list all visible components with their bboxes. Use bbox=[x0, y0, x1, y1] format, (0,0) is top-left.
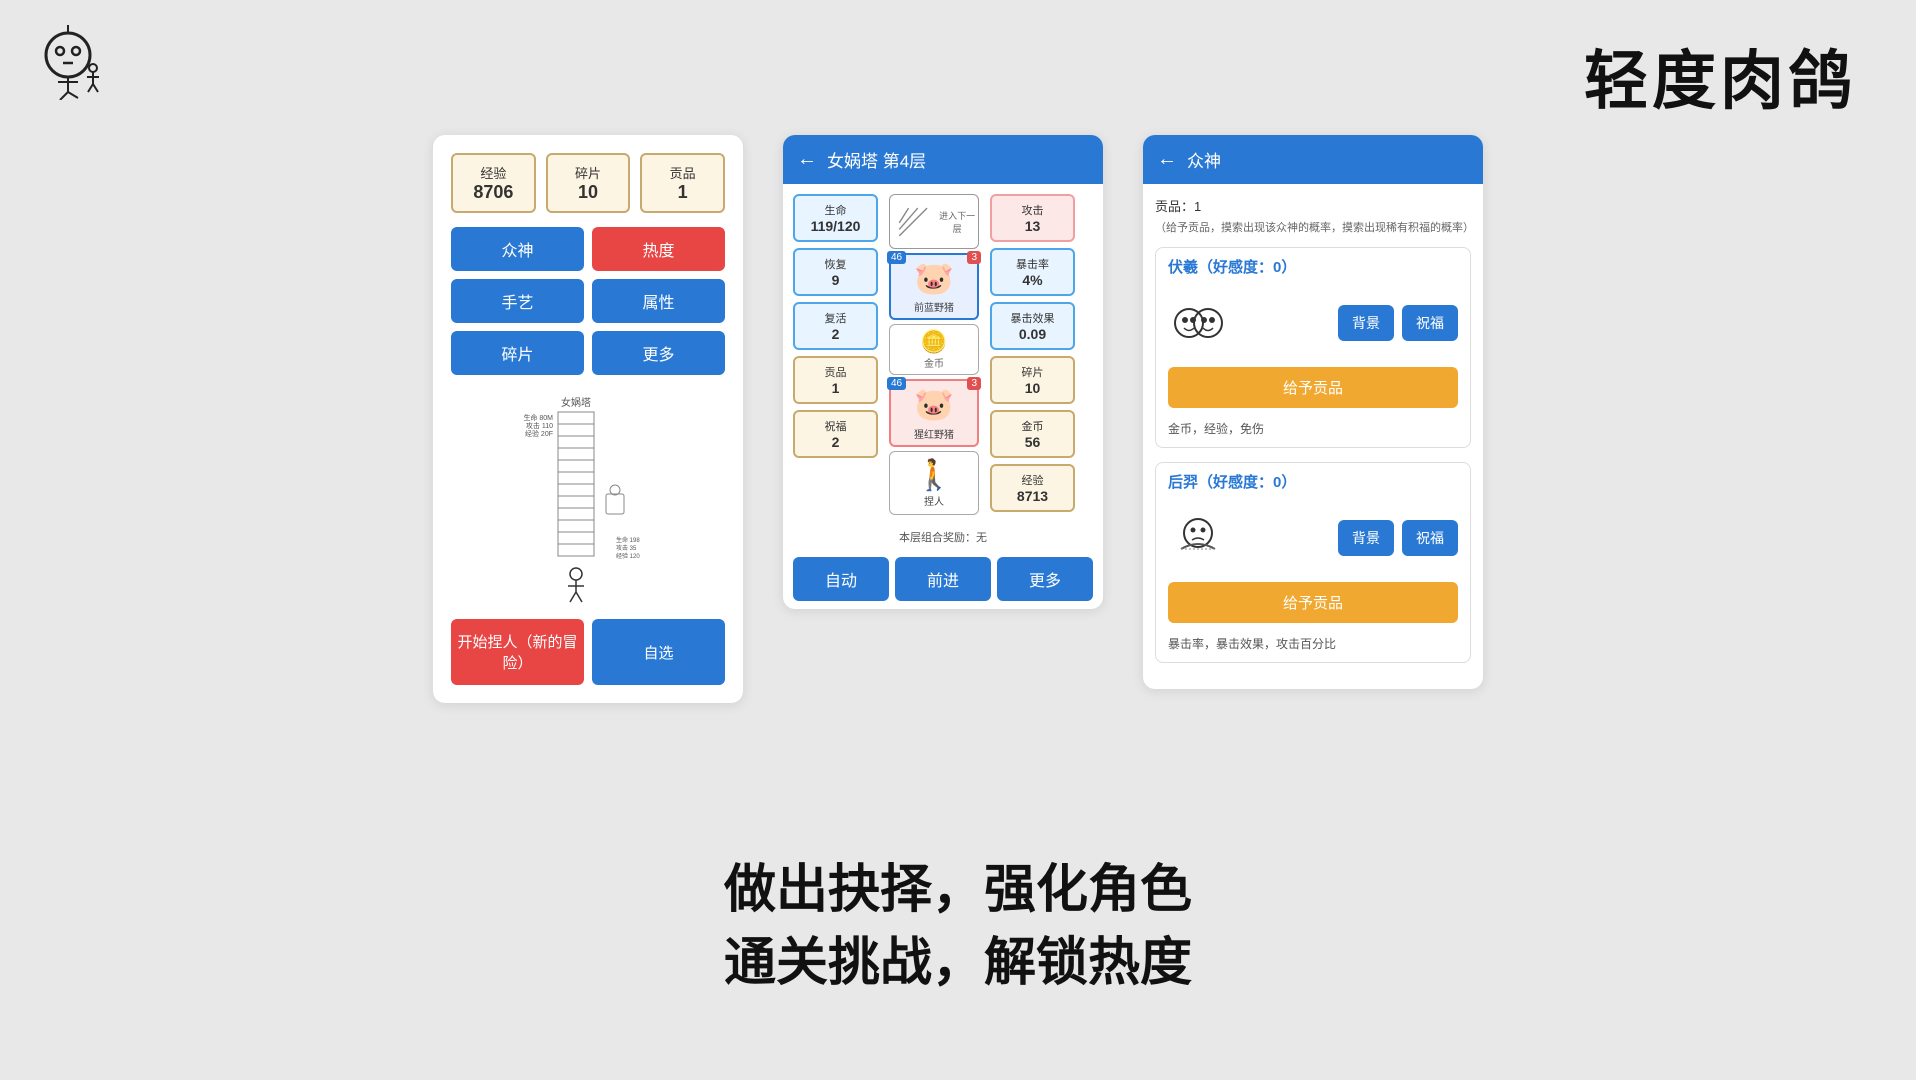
battle-title: 女娲塔 第4层 bbox=[827, 147, 926, 172]
battle-right-stats: 攻击 13 暴击率 4% 暴击效果 0.09 碎片 10 金币 56 bbox=[990, 194, 1075, 515]
god-houyi-body: 背景 祝福 bbox=[1156, 500, 1470, 576]
god-houyi-buttons: 背景 祝福 bbox=[1240, 520, 1458, 556]
btn-attr[interactable]: 属性 bbox=[592, 279, 725, 323]
btn-custom[interactable]: 自选 bbox=[592, 619, 725, 685]
battle-left-stats: 生命 119/120 恢复 9 复活 2 贡品 1 祝福 2 bbox=[793, 194, 878, 515]
stat-right-fragments: 碎片 10 bbox=[990, 356, 1075, 404]
panels-container: 经验 8706 碎片 10 贡品 1 众神 热度 手艺 属性 碎片 更多 bbox=[433, 135, 1483, 703]
svg-text:攻击 110: 攻击 110 bbox=[526, 421, 553, 430]
god-fuxi-avatar bbox=[1168, 293, 1228, 353]
stat-exp: 经验 8706 bbox=[451, 153, 536, 213]
monster-emoji-2: 🐷 bbox=[895, 385, 973, 423]
battle-center: 进入下一层 46 3 🐷 前蓝野猪 🪙 金币 46 3 bbox=[884, 194, 984, 515]
next-floor-card[interactable]: 进入下一层 bbox=[889, 194, 979, 249]
stat-recover: 恢复 9 bbox=[793, 248, 878, 296]
monster-badge-level-2: 46 bbox=[887, 377, 906, 390]
tower-diagram: 女娲塔 生命 80M 攻击 110 经验 20F bbox=[451, 389, 725, 609]
god-houyi-rewards: 暴击率，暴击效果，攻击百分比 bbox=[1156, 629, 1470, 662]
monster-badge-count-2: 3 bbox=[967, 377, 981, 390]
coin-card: 🪙 金币 bbox=[889, 324, 979, 375]
app-logo-icon bbox=[30, 20, 110, 100]
bottom-line1: 做出抉择，强化角色 bbox=[724, 854, 1192, 927]
god-houyi-title: 后羿（好感度：0） bbox=[1156, 463, 1470, 500]
panel-gods: ← 众神 贡品：1 （给予贡品，摸索出现该众神的概率，摸索出现稀有积福的概率） … bbox=[1143, 135, 1483, 689]
panel-menu: 经验 8706 碎片 10 贡品 1 众神 热度 手艺 属性 碎片 更多 bbox=[433, 135, 743, 703]
battle-header: ← 女娲塔 第4层 bbox=[783, 135, 1103, 184]
stat-attack: 攻击 13 bbox=[990, 194, 1075, 242]
bottom-text: 做出抉择，强化角色 通关挑战，解锁热度 bbox=[724, 854, 1192, 1000]
stat-blessing: 祝福 2 bbox=[793, 410, 878, 458]
battle-buttons: 自动 前进 更多 bbox=[783, 549, 1103, 609]
goods-note: （给予贡品，摸索出现该众神的概率，摸索出现稀有积福的概率） bbox=[1155, 219, 1471, 235]
tower-svg: 女娲塔 生命 80M 攻击 110 经验 20F bbox=[498, 394, 678, 604]
god-fuxi-title: 伏羲（好感度：0） bbox=[1156, 248, 1470, 285]
svg-text:生命 80M: 生命 80M bbox=[523, 413, 553, 422]
svg-text:女娲塔: 女娲塔 bbox=[561, 396, 591, 409]
bottom-action-buttons: 开始捏人（新的冒险） 自选 bbox=[451, 619, 725, 685]
btn-auto[interactable]: 自动 bbox=[793, 557, 889, 601]
btn-houyi-background[interactable]: 背景 bbox=[1338, 520, 1394, 556]
svg-text:经验 120: 经验 120 bbox=[616, 552, 640, 560]
monster-blue-boar[interactable]: 46 3 🐷 前蓝野猪 bbox=[889, 253, 979, 320]
btn-start-adventure[interactable]: 开始捏人（新的冒险） bbox=[451, 619, 584, 685]
gods-back-button[interactable]: ← bbox=[1157, 148, 1177, 171]
battle-content: 生命 119/120 恢复 9 复活 2 贡品 1 祝福 2 bbox=[783, 184, 1103, 525]
bottom-line2: 通关挑战，解锁热度 bbox=[724, 927, 1192, 1000]
god-fuxi-goods-row: 给予贡品 bbox=[1156, 361, 1470, 414]
btn-gods[interactable]: 众神 bbox=[451, 227, 584, 271]
god-fuxi-buttons: 背景 祝福 bbox=[1240, 305, 1458, 341]
header-logo bbox=[30, 20, 110, 100]
player-icon: 🚶 bbox=[894, 458, 974, 493]
btn-advance[interactable]: 前进 bbox=[895, 557, 991, 601]
god-fuxi-body: 背景 祝福 bbox=[1156, 285, 1470, 361]
svg-text:攻击 35: 攻击 35 bbox=[616, 544, 637, 552]
god-houyi-avatar bbox=[1168, 508, 1228, 568]
svg-text:经验 20F: 经验 20F bbox=[525, 429, 553, 438]
god-houyi-section: 后羿（好感度：0） bbox=[1155, 462, 1471, 663]
stat-goods: 贡品 1 bbox=[640, 153, 725, 213]
gods-header: ← 众神 bbox=[1143, 135, 1483, 184]
battle-back-button[interactable]: ← bbox=[797, 148, 817, 171]
btn-heat[interactable]: 热度 bbox=[592, 227, 725, 271]
btn-craft[interactable]: 手艺 bbox=[451, 279, 584, 323]
stat-gold: 金币 56 bbox=[990, 410, 1075, 458]
app-title: 轻度肉鸽 bbox=[1584, 30, 1856, 122]
menu-buttons: 众神 热度 手艺 属性 碎片 更多 bbox=[451, 227, 725, 375]
god-houyi-goods-row: 给予贡品 bbox=[1156, 576, 1470, 629]
btn-more[interactable]: 更多 bbox=[592, 331, 725, 375]
btn-fuxi-blessing[interactable]: 祝福 bbox=[1402, 305, 1458, 341]
goods-info: 贡品：1 bbox=[1155, 196, 1471, 215]
btn-give-fuxi-goods[interactable]: 给予贡品 bbox=[1168, 367, 1458, 408]
btn-give-houyi-goods[interactable]: 给予贡品 bbox=[1168, 582, 1458, 623]
stat-fragments: 碎片 10 bbox=[546, 153, 631, 213]
btn-fuxi-background[interactable]: 背景 bbox=[1338, 305, 1394, 341]
monster-emoji-1: 🐷 bbox=[895, 259, 973, 297]
monster-badge-count: 3 bbox=[967, 251, 981, 264]
stat-right-exp: 经验 8713 bbox=[990, 464, 1075, 512]
svg-text:生命 198: 生命 198 bbox=[616, 536, 640, 544]
player-card[interactable]: 🚶 捏人 bbox=[889, 451, 979, 515]
stat-tribute: 贡品 1 bbox=[793, 356, 878, 404]
btn-battle-more[interactable]: 更多 bbox=[997, 557, 1093, 601]
stat-revive: 复活 2 bbox=[793, 302, 878, 350]
btn-houyi-blessing[interactable]: 祝福 bbox=[1402, 520, 1458, 556]
panel-battle: ← 女娲塔 第4层 生命 119/120 恢复 9 复活 2 贡品 bbox=[783, 135, 1103, 609]
stat-crit-effect: 暴击效果 0.09 bbox=[990, 302, 1075, 350]
stat-hp: 生命 119/120 bbox=[793, 194, 878, 242]
stats-row: 经验 8706 碎片 10 贡品 1 bbox=[451, 153, 725, 213]
monster-badge-level: 46 bbox=[887, 251, 906, 264]
gods-content: 贡品：1 （给予贡品，摸索出现该众神的概率，摸索出现稀有积福的概率） 伏羲（好感… bbox=[1143, 184, 1483, 689]
stat-crit-rate: 暴击率 4% bbox=[990, 248, 1075, 296]
god-fuxi-rewards: 金币，经验，免伤 bbox=[1156, 414, 1470, 447]
btn-fragments[interactable]: 碎片 bbox=[451, 331, 584, 375]
monster-red-boar[interactable]: 46 3 🐷 猩红野猪 bbox=[889, 379, 979, 446]
combo-text: 本层组合奖励：无 bbox=[783, 525, 1103, 549]
gods-title: 众神 bbox=[1187, 147, 1221, 172]
god-fuxi-section: 伏羲（好感度：0） bbox=[1155, 247, 1471, 448]
